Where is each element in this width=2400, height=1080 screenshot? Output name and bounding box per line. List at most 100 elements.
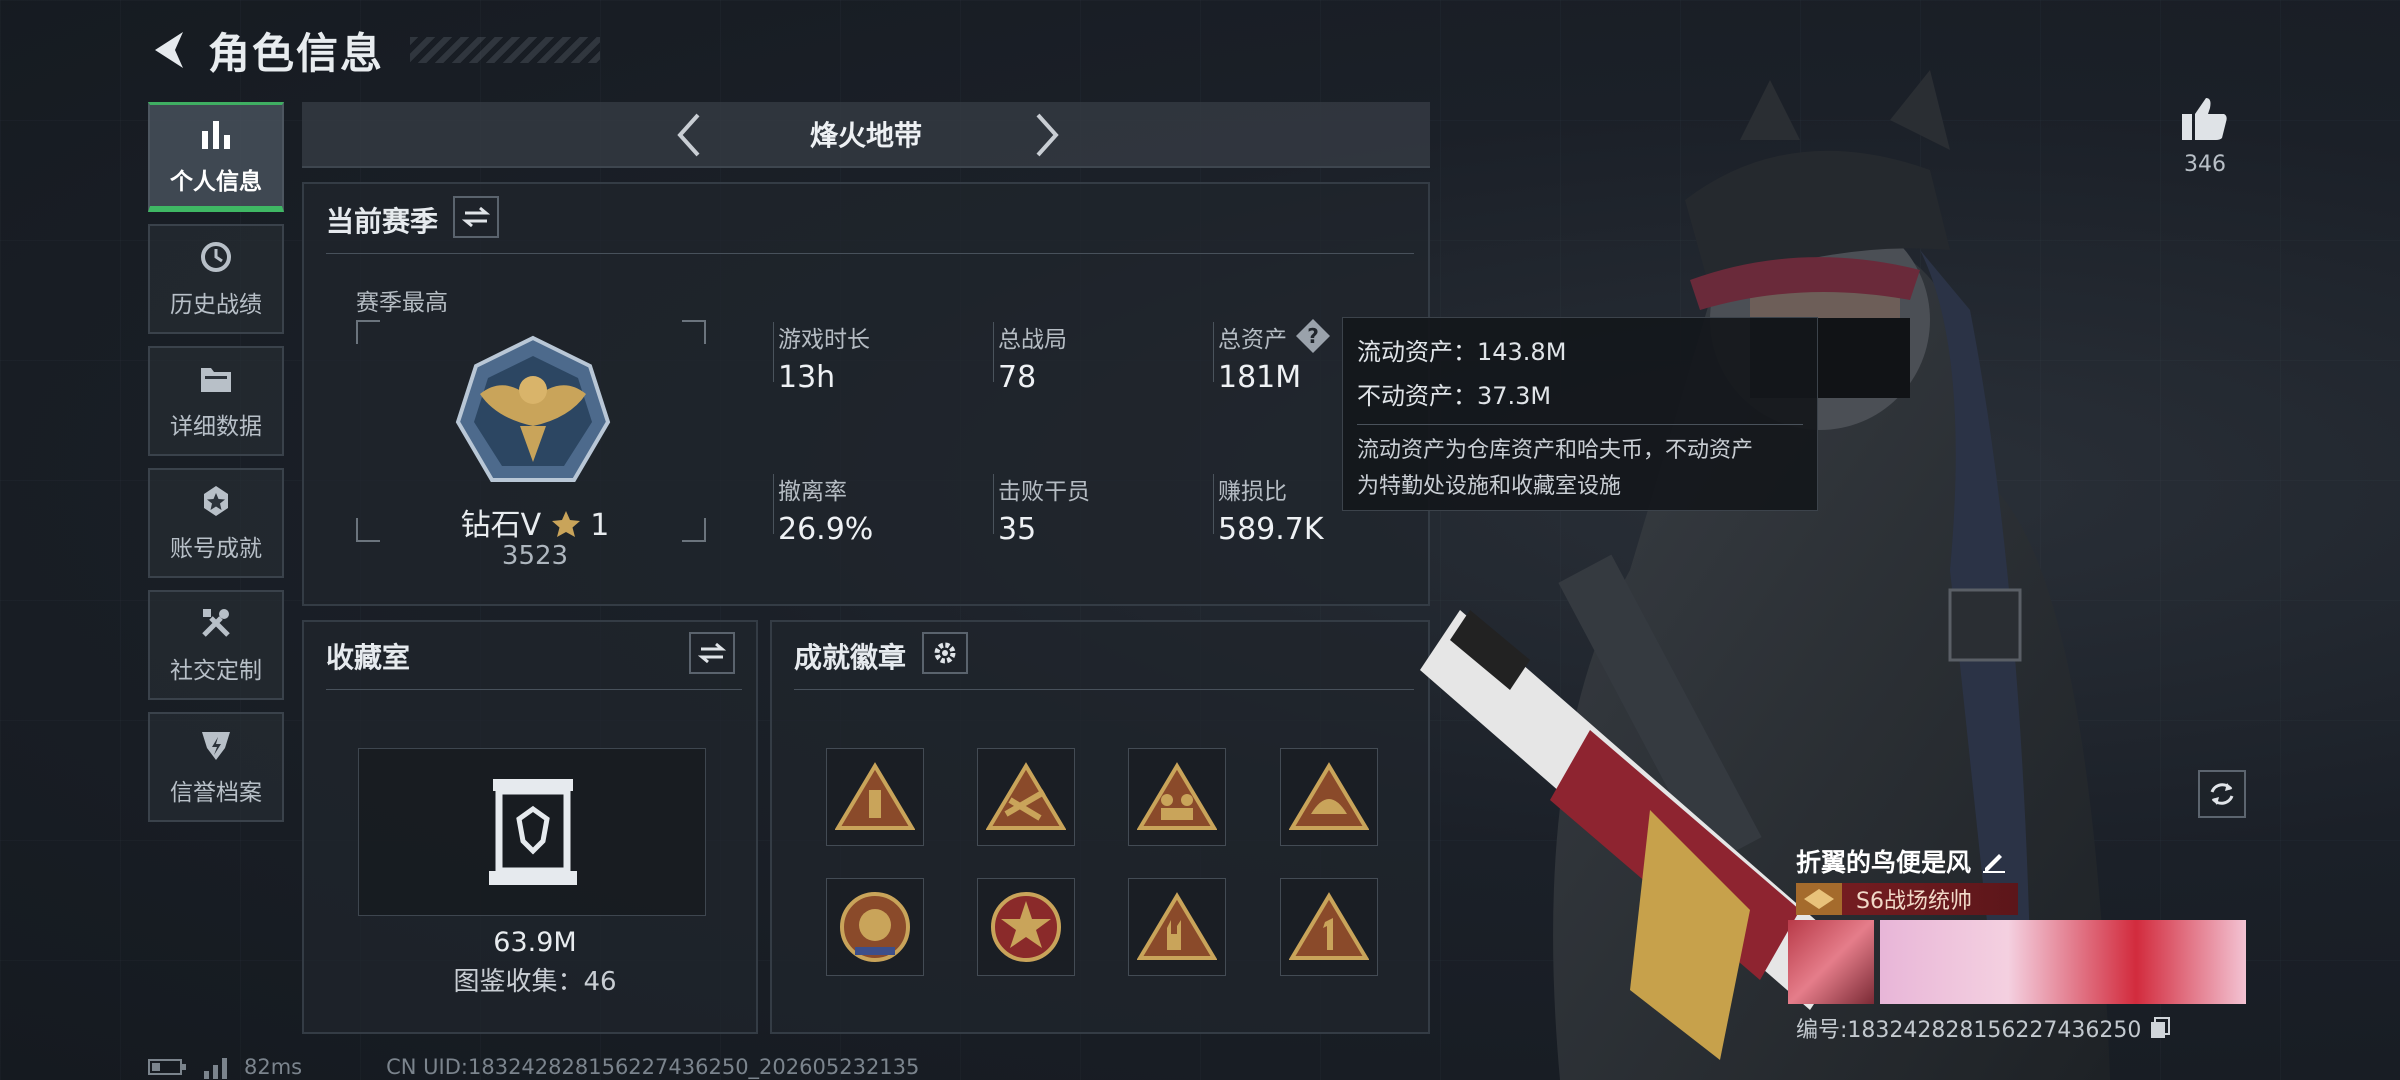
collection-count: 图鉴收集：46	[453, 967, 617, 997]
season-switch-button[interactable]	[453, 196, 499, 238]
stat-value: 78	[998, 360, 1037, 395]
rank-name: 钻石V 1	[420, 500, 650, 544]
mode-next-button[interactable]	[1020, 108, 1074, 162]
folder-icon	[196, 361, 236, 397]
reputation-shield-icon	[196, 727, 236, 763]
stat-value: 35	[998, 512, 1037, 547]
gear-icon	[934, 642, 956, 664]
back-arrow-icon	[155, 32, 183, 68]
rock-hand-triangle-badge-icon	[1137, 892, 1217, 960]
rank-score: 3523	[501, 541, 569, 571]
edit-pencil-icon[interactable]	[1981, 848, 2007, 874]
display-case-icon	[489, 779, 577, 885]
mode-title: 烽火地带	[809, 119, 922, 152]
assets-help-button[interactable]: ?	[1295, 318, 1331, 354]
bullet-triangle-badge-icon	[835, 762, 915, 830]
svg-text:?: ?	[1307, 324, 1319, 348]
frame-corner	[356, 518, 380, 542]
frame-corner	[356, 320, 380, 344]
showcase-display[interactable]	[358, 748, 706, 916]
nav-label: 历史战绩	[170, 292, 262, 318]
achievement-badge[interactable]	[977, 748, 1075, 846]
achievement-badge[interactable]	[1128, 748, 1226, 846]
nav-label: 信誉档案	[170, 780, 262, 806]
player-id: 编号:183242828156227436250	[1796, 1012, 2171, 1044]
rank-name-text: 钻石V	[460, 508, 542, 543]
showcase-switch-button[interactable]	[689, 632, 735, 674]
stat-divider	[993, 474, 994, 534]
stat-label: 撤离率	[778, 479, 847, 505]
mode-prev-button[interactable]	[662, 108, 716, 162]
avatar-card[interactable]	[1788, 920, 1874, 1004]
chevron-right-icon	[1036, 113, 1059, 157]
divider	[326, 253, 1414, 254]
tools-icon	[196, 605, 236, 641]
page-title: 角色信息	[208, 28, 385, 78]
nav-item-personal-info[interactable]: 个人信息	[148, 102, 284, 212]
showcase-value: 63.9M	[493, 927, 577, 958]
achievements-settings-button[interactable]	[922, 632, 968, 674]
stat-divider	[1213, 474, 1214, 534]
divider	[794, 689, 1414, 690]
like-button[interactable]: 346	[2175, 96, 2235, 177]
chevron-left-icon	[677, 113, 700, 157]
showcase-title: 收藏室	[326, 641, 411, 674]
achievement-badge[interactable]	[826, 748, 924, 846]
achievement-badge[interactable]	[977, 878, 1075, 976]
liquid-assets: 流动资产：143.8M	[1357, 338, 1567, 366]
assets-tooltip: 流动资产：143.8M 不动资产：37.3M 流动资产为仓库资产和哈夫币，不动资…	[1342, 317, 1818, 511]
stat-divider	[993, 322, 994, 382]
achievement-star-icon	[196, 483, 236, 519]
like-count: 346	[2184, 152, 2226, 177]
nav-item-social-custom[interactable]: 社交定制	[148, 590, 284, 700]
name-card-banner[interactable]	[1880, 920, 2246, 1004]
stat-divider	[773, 322, 774, 382]
stat-divider	[773, 474, 774, 534]
nav-item-reputation[interactable]: 信誉档案	[148, 712, 284, 822]
stat-label: 游戏时长	[778, 327, 870, 353]
page-header: 角色信息	[148, 22, 601, 78]
battery-icon	[148, 1059, 186, 1075]
nav-item-detailed-data[interactable]: 详细数据	[148, 346, 284, 456]
nav-label: 个人信息	[170, 168, 262, 195]
frame-corner	[682, 320, 706, 344]
stat-value: 13h	[778, 360, 836, 395]
mode-selector: 烽火地带	[302, 102, 1430, 168]
nav-item-history[interactable]: 历史战绩	[148, 224, 284, 334]
refresh-icon	[2210, 783, 2234, 805]
player-title-tag[interactable]: S6战场统帅	[1796, 883, 2018, 915]
copy-icon[interactable]	[2149, 1016, 2171, 1040]
stat-value: 26.9%	[778, 512, 874, 547]
player-id-text: 编号:183242828156227436250	[1796, 1018, 2142, 1043]
back-button[interactable]	[148, 26, 190, 74]
achievements-title: 成就徽章	[794, 641, 907, 674]
nav-label: 详细数据	[170, 414, 262, 440]
question-mark-icon: ?	[1296, 319, 1330, 353]
stat-divider	[1213, 322, 1214, 382]
season-title: 当前赛季	[326, 205, 439, 238]
player-name-text: 折翼的鸟便是风	[1796, 848, 1972, 877]
tooltip-description-line-2: 为特勤处设施和收藏室设施	[1357, 474, 1622, 499]
signal-icon	[204, 1058, 227, 1079]
swap-icon	[462, 206, 490, 228]
commander-title-icon	[1796, 883, 1842, 915]
swap-icon	[698, 642, 726, 664]
uid-text: CN UID:183242828156227436250_20260523213…	[386, 1055, 920, 1079]
status-footer: 82ms CN UID:183242828156227436250_202605…	[148, 1055, 919, 1079]
nav-item-account-achievements[interactable]: 账号成就	[148, 468, 284, 578]
achievement-badge[interactable]	[1128, 878, 1226, 976]
ping-text: 82ms	[244, 1055, 303, 1079]
title-decoration	[410, 37, 601, 63]
rank-star-icon	[551, 511, 580, 537]
season-best-label: 赛季最高	[356, 290, 448, 316]
diamond-rank-emblem-icon	[455, 335, 611, 482]
stat-operators-defeated: 击败干员 35	[998, 472, 1198, 547]
rank-stars-count: 1	[590, 508, 610, 543]
divider	[326, 689, 742, 690]
tiger-round-badge-icon	[840, 892, 910, 962]
side-nav: 个人信息 历史战绩 详细数据 账号成就 社交定制 信誉档案	[148, 102, 284, 834]
stat-label: 总战局	[998, 327, 1067, 353]
refresh-button[interactable]	[2198, 770, 2246, 818]
achievement-badge[interactable]	[826, 878, 924, 976]
fixed-assets: 不动资产：37.3M	[1357, 382, 1552, 410]
